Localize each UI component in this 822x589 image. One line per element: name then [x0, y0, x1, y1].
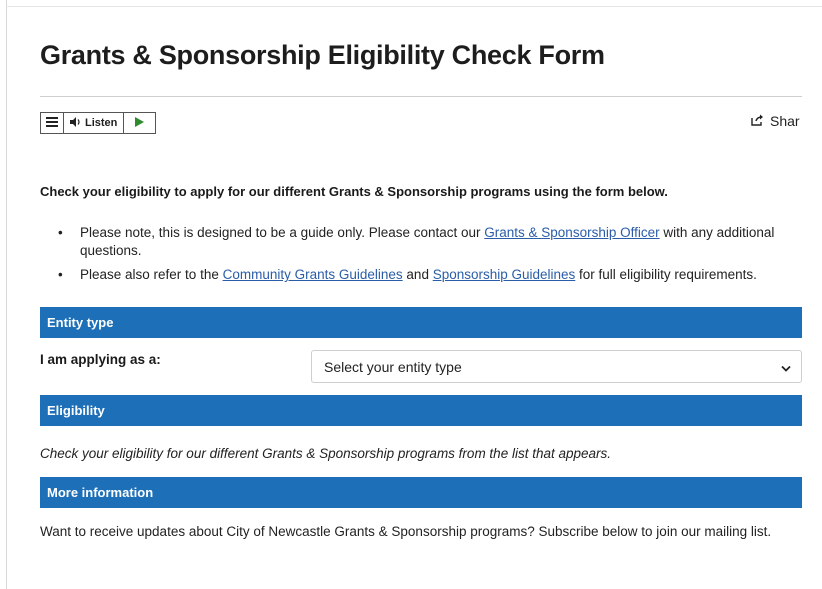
share-icon [751, 113, 764, 129]
page-title: Grants & Sponsorship Eligibility Check F… [40, 40, 605, 70]
speaker-icon [70, 116, 82, 130]
note-text: Please note, this is designed to be a gu… [80, 225, 485, 240]
note-text: Please also refer to the [80, 267, 223, 282]
note-text: for full eligibility requirements. [575, 267, 757, 282]
list-item: • Please note, this is designed to be a … [40, 224, 810, 260]
sponsorship-guidelines-link[interactable]: Sponsorship Guidelines [433, 267, 576, 282]
section-header-eligibility: Eligibility [40, 395, 802, 426]
share-label: Shar [770, 113, 800, 129]
chevron-down-icon [781, 359, 791, 375]
eligibility-text: Check your eligibility for our different… [40, 446, 612, 461]
entity-type-select[interactable]: Select your entity type [311, 350, 802, 383]
hamburger-menu-icon [46, 114, 58, 132]
play-button[interactable] [124, 113, 155, 133]
section-header-entity-type: Entity type [40, 307, 802, 338]
share-button[interactable]: Shar [751, 113, 800, 129]
page-frame-top [6, 6, 822, 7]
listen-toolbar: Listen [40, 112, 156, 134]
entity-type-label: I am applying as a: [40, 352, 161, 367]
community-grants-guidelines-link[interactable]: Community Grants Guidelines [223, 267, 403, 282]
intro-text: Check your eligibility to apply for our … [40, 184, 668, 199]
list-item: • Please also refer to the Community Gra… [40, 266, 810, 284]
section-header-more-information: More information [40, 477, 802, 508]
note-text: and [402, 267, 433, 282]
bullet: • [58, 225, 63, 240]
page-frame-left [6, 0, 7, 589]
listen-button[interactable]: Listen [64, 113, 125, 133]
grants-officer-link[interactable]: Grants & Sponsorship Officer [484, 225, 659, 240]
more-information-text: Want to receive updates about City of Ne… [40, 524, 772, 539]
listen-menu-button[interactable] [41, 113, 64, 133]
title-divider [40, 96, 802, 97]
play-icon [135, 114, 145, 132]
select-value: Select your entity type [324, 358, 462, 375]
listen-label: Listen [85, 117, 118, 129]
notes-list: • Please note, this is designed to be a … [40, 224, 810, 290]
bullet: • [58, 267, 63, 282]
